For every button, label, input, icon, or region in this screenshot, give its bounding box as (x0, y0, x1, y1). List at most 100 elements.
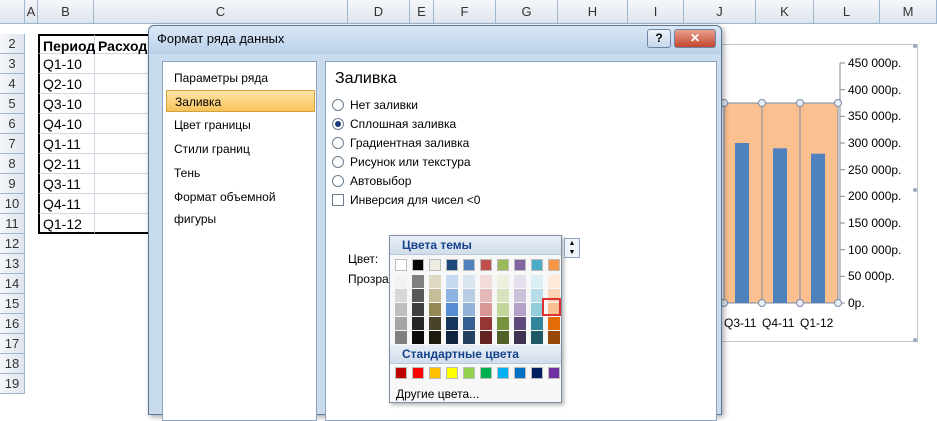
theme-color-swatch[interactable] (514, 259, 526, 271)
theme-color-swatch[interactable] (463, 259, 475, 271)
chart-frame-handle[interactable] (913, 44, 917, 48)
bar-series-2[interactable] (735, 143, 749, 303)
nav-fill[interactable]: Заливка (166, 90, 315, 112)
theme-shade-swatch[interactable] (463, 331, 475, 344)
standard-color-swatch[interactable] (497, 367, 509, 379)
selection-handle[interactable] (758, 299, 766, 307)
theme-color-swatch[interactable] (548, 259, 560, 271)
theme-shade-swatch[interactable] (412, 289, 424, 302)
theme-shade-swatch[interactable] (480, 331, 492, 344)
theme-shade-swatch[interactable] (446, 275, 458, 288)
theme-shade-swatch[interactable] (429, 303, 441, 316)
theme-shade-swatch[interactable] (531, 317, 543, 330)
theme-color-swatch[interactable] (480, 259, 492, 271)
nav-3d-format[interactable]: Формат объемной фигуры (166, 186, 315, 226)
standard-color-swatch[interactable] (395, 367, 407, 379)
nav-series-options[interactable]: Параметры ряда (166, 67, 315, 89)
theme-color-swatch[interactable] (497, 259, 509, 271)
theme-shade-swatch[interactable] (463, 275, 475, 288)
selection-handle[interactable] (834, 299, 842, 307)
standard-color-swatch[interactable] (514, 367, 526, 379)
theme-shade-swatch[interactable] (548, 275, 560, 288)
theme-shade-swatch[interactable] (514, 303, 526, 316)
theme-shade-swatch[interactable] (548, 331, 560, 344)
radio-picture-fill-circle[interactable] (332, 156, 344, 168)
theme-shade-swatch[interactable] (480, 317, 492, 330)
standard-color-swatch[interactable] (429, 367, 441, 379)
theme-shade-swatch[interactable] (548, 317, 560, 330)
theme-shade-swatch[interactable] (412, 275, 424, 288)
standard-color-swatch[interactable] (548, 367, 560, 379)
theme-shade-swatch[interactable] (514, 331, 526, 344)
nav-shadow[interactable]: Тень (166, 162, 315, 184)
chart-frame-handle[interactable] (913, 338, 917, 342)
theme-color-swatch[interactable] (412, 259, 424, 271)
theme-shade-swatch[interactable] (497, 331, 509, 344)
radio-solid-fill-circle[interactable] (332, 118, 344, 130)
radio-picture-fill[interactable]: Рисунок или текстура (332, 153, 471, 171)
radio-gradient-fill-circle[interactable] (332, 137, 344, 149)
theme-color-swatch[interactable] (429, 259, 441, 271)
theme-shade-swatch[interactable] (446, 303, 458, 316)
theme-shade-swatch[interactable] (480, 303, 492, 316)
theme-color-swatch[interactable] (395, 259, 407, 271)
nav-border-color[interactable]: Цвет границы (166, 114, 315, 136)
theme-shade-swatch[interactable] (429, 289, 441, 302)
theme-shade-swatch[interactable] (463, 289, 475, 302)
theme-shade-swatch[interactable] (514, 317, 526, 330)
bar-series-2[interactable] (773, 148, 787, 303)
theme-shade-swatch[interactable] (463, 303, 475, 316)
selection-handle[interactable] (796, 299, 804, 307)
radio-automatic-circle[interactable] (332, 175, 344, 187)
theme-shade-swatch[interactable] (429, 317, 441, 330)
theme-color-swatch[interactable] (531, 259, 543, 271)
theme-shade-swatch[interactable] (497, 303, 509, 316)
nav-border-styles[interactable]: Стили границ (166, 138, 315, 160)
theme-shade-swatch[interactable] (446, 317, 458, 330)
theme-shade-swatch[interactable] (497, 289, 509, 302)
theme-shade-swatch[interactable] (395, 289, 407, 302)
radio-automatic[interactable]: Автовыбор (332, 172, 411, 190)
theme-shade-swatch[interactable] (395, 317, 407, 330)
theme-shade-swatch[interactable] (480, 275, 492, 288)
radio-gradient-fill[interactable]: Градиентная заливка (332, 134, 469, 152)
selection-handle[interactable] (834, 99, 842, 107)
help-button[interactable]: ? (647, 29, 671, 48)
transparency-spinner[interactable]: ▲ ▼ (564, 238, 580, 258)
theme-shade-swatch[interactable] (446, 289, 458, 302)
radio-no-fill-circle[interactable] (332, 99, 344, 111)
invert-checkbox[interactable] (332, 194, 344, 206)
selection-handle[interactable] (758, 99, 766, 107)
theme-shade-swatch[interactable] (412, 317, 424, 330)
standard-color-swatch[interactable] (412, 367, 424, 379)
theme-shade-swatch[interactable] (514, 289, 526, 302)
radio-no-fill[interactable]: Нет заливки (332, 96, 418, 114)
theme-shade-swatch[interactable] (497, 275, 509, 288)
theme-shade-swatch[interactable] (531, 275, 543, 288)
theme-shade-swatch[interactable] (463, 317, 475, 330)
chart-frame-handle[interactable] (913, 188, 917, 192)
theme-shade-swatch[interactable] (531, 331, 543, 344)
theme-shade-swatch[interactable] (412, 331, 424, 344)
radio-solid-fill[interactable]: Сплошная заливка (332, 115, 456, 133)
theme-shade-swatch[interactable] (395, 303, 407, 316)
theme-shade-swatch[interactable] (395, 331, 407, 344)
theme-color-swatch[interactable] (446, 259, 458, 271)
standard-color-swatch[interactable] (446, 367, 458, 379)
theme-shade-swatch[interactable] (429, 331, 441, 344)
theme-shade-swatch[interactable] (480, 289, 492, 302)
close-button[interactable]: ✕ (674, 29, 716, 48)
theme-shade-swatch[interactable] (412, 303, 424, 316)
theme-shade-swatch[interactable] (497, 317, 509, 330)
selection-handle[interactable] (796, 99, 804, 107)
standard-color-swatch[interactable] (463, 367, 475, 379)
theme-shade-swatch[interactable] (446, 331, 458, 344)
bar-series-2[interactable] (811, 153, 825, 303)
standard-color-swatch[interactable] (480, 367, 492, 379)
more-colors-item[interactable]: Другие цвета... (390, 385, 561, 403)
theme-shade-swatch[interactable] (429, 275, 441, 288)
invert-if-negative[interactable]: Инверсия для чисел <0 (332, 191, 480, 209)
theme-shade-swatch[interactable] (395, 275, 407, 288)
theme-shade-swatch[interactable] (514, 275, 526, 288)
standard-color-swatch[interactable] (531, 367, 543, 379)
